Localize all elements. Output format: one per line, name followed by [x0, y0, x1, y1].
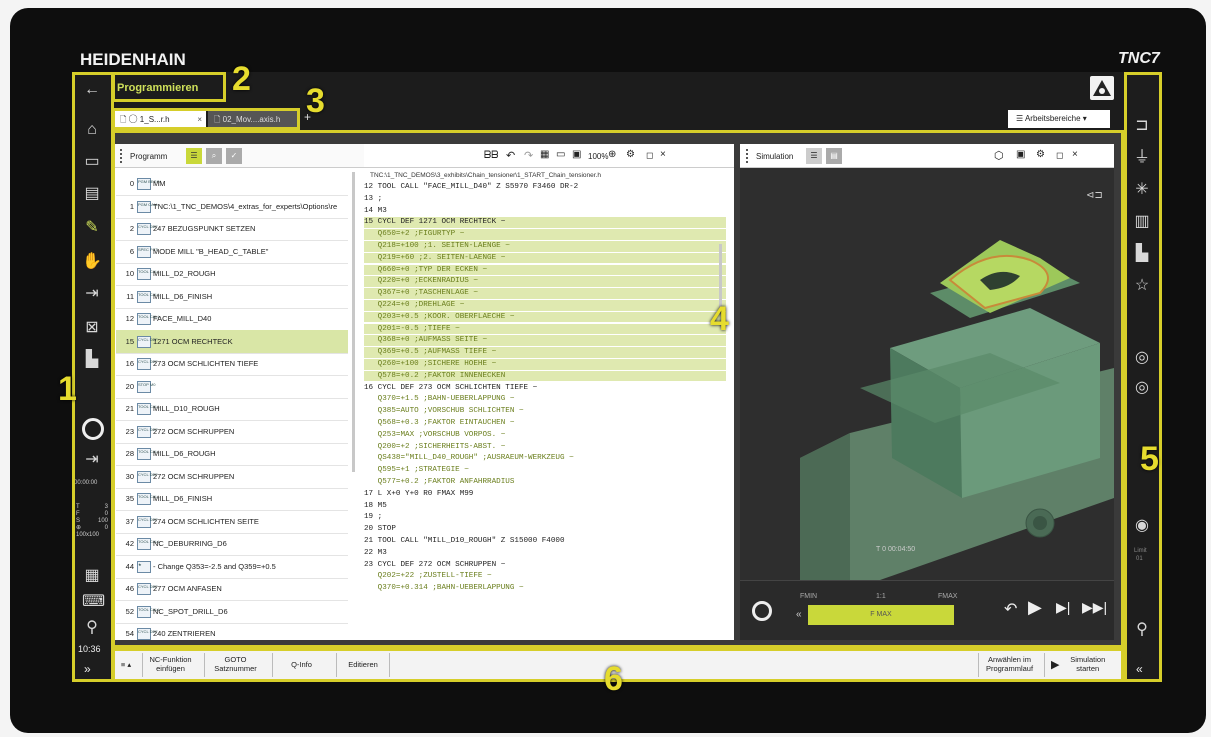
- annotation-box-5: [1124, 72, 1162, 682]
- workspaces-label: Arbeitsbereiche: [1024, 114, 1081, 123]
- callout-4: 4: [710, 300, 729, 338]
- menu-icon: ☰: [1016, 114, 1025, 123]
- callout-2: 2: [232, 60, 251, 98]
- model-logo: TNC7: [1118, 50, 1160, 67]
- annotation-box-3: [112, 108, 300, 130]
- callout-3: 3: [306, 82, 325, 120]
- annotation-box-2: [112, 72, 226, 102]
- annotation-box-1: [72, 72, 114, 682]
- workspaces-dropdown[interactable]: ☰ Arbeitsbereiche ▾: [1008, 110, 1110, 128]
- mode-bar: Programmieren: [112, 72, 1124, 108]
- callout-6: 6: [604, 660, 623, 698]
- callout-1: 1: [58, 370, 77, 408]
- callout-5: 5: [1140, 440, 1159, 478]
- annotation-box-4: [112, 130, 1124, 648]
- brand-logo: HEIDENHAIN: [80, 50, 186, 69]
- warning-icon[interactable]: [1090, 76, 1114, 100]
